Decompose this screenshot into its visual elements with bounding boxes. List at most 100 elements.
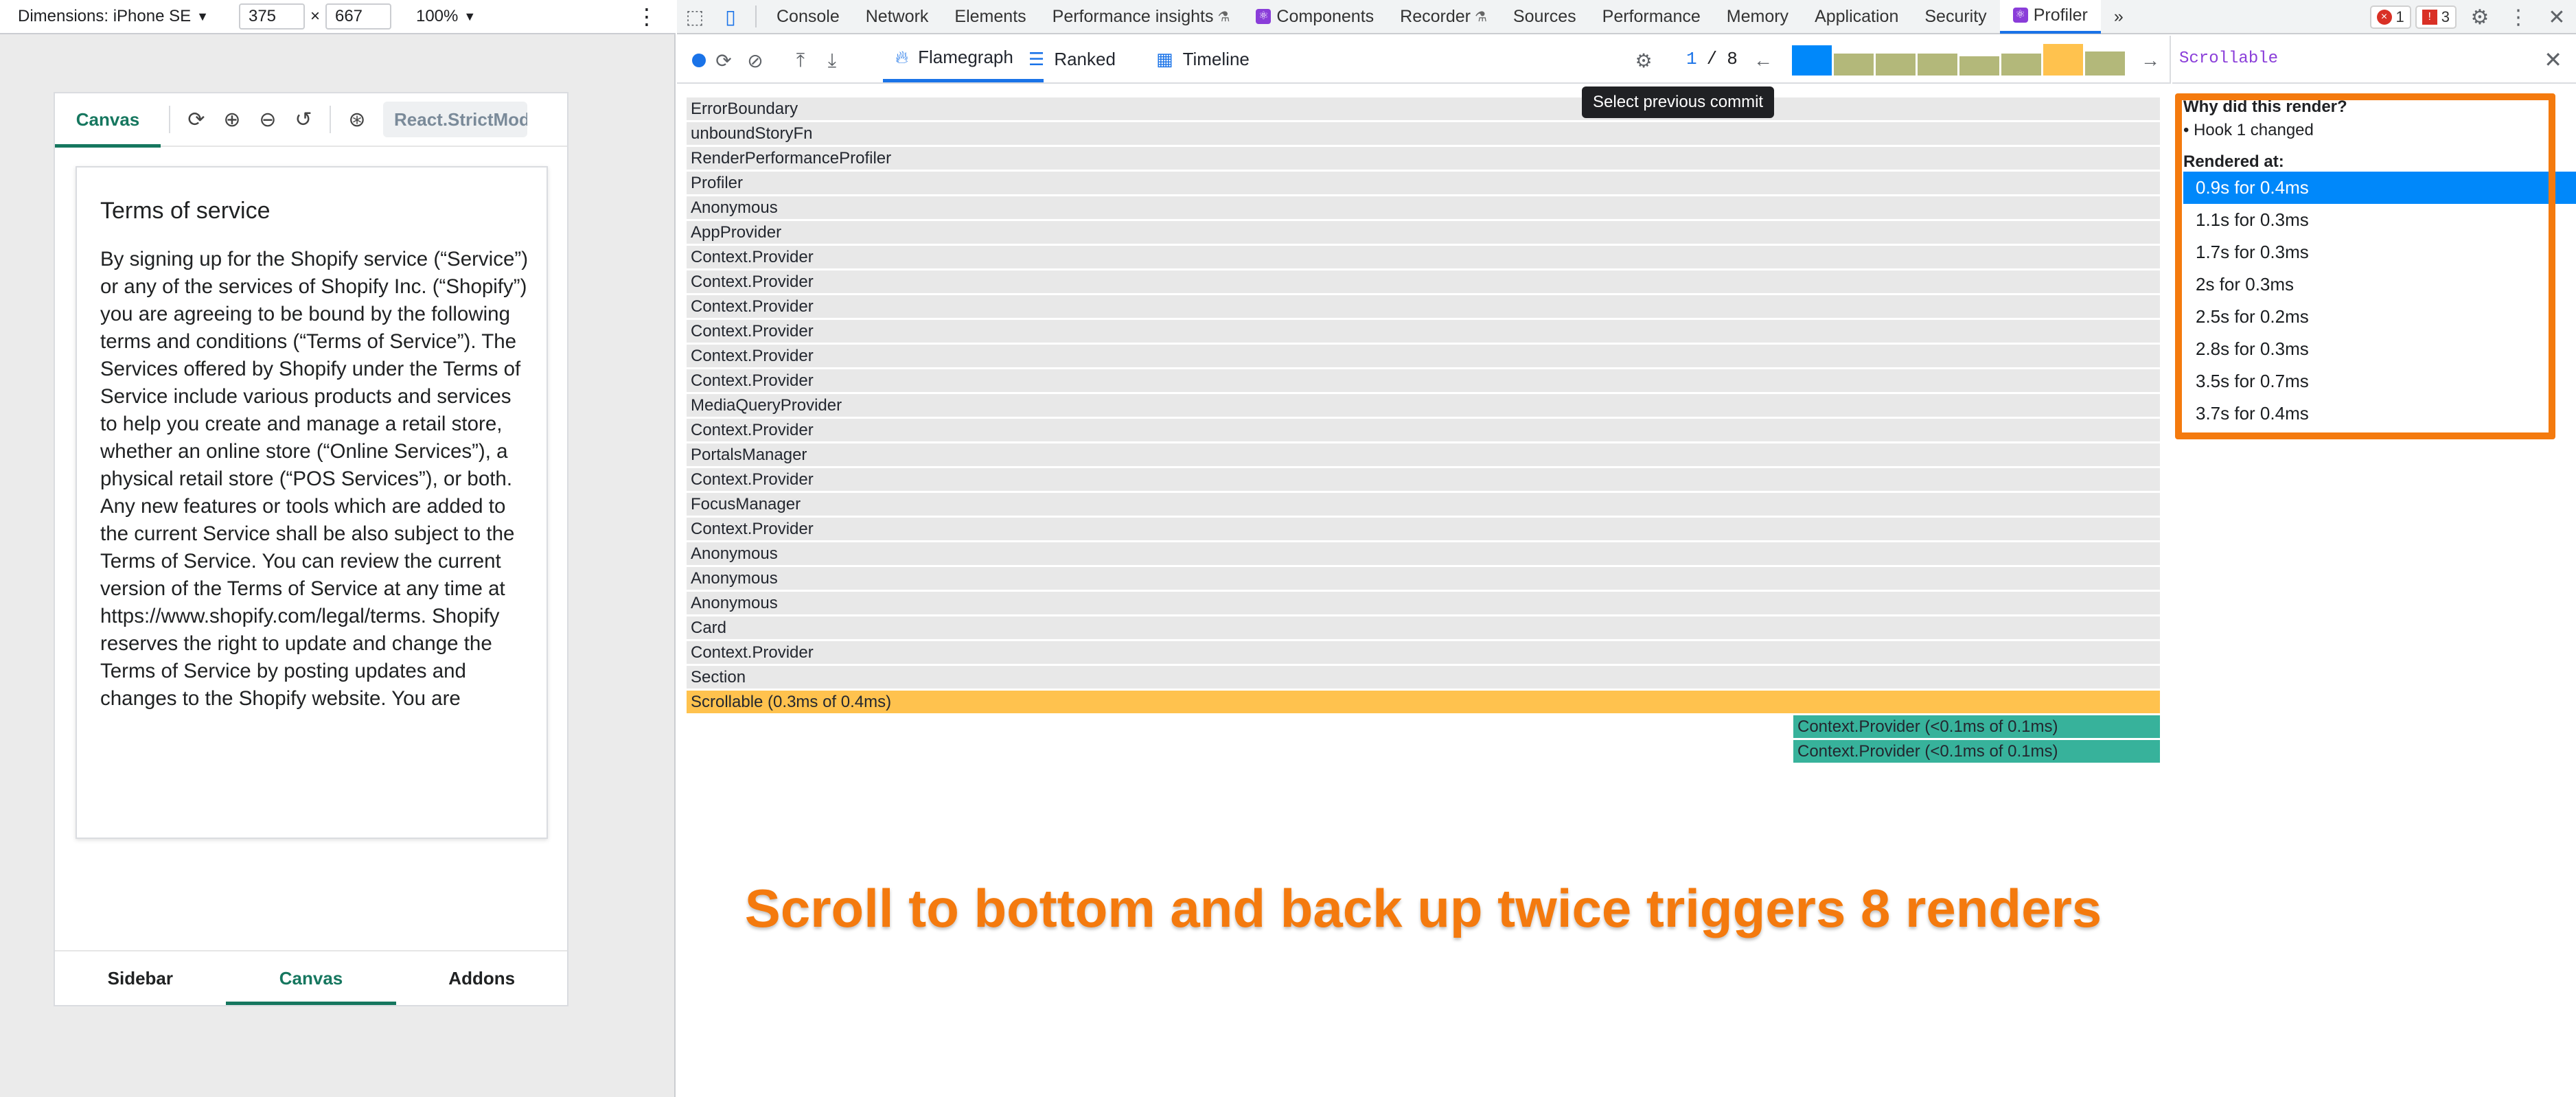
width-input[interactable]: 375 (238, 3, 305, 30)
tab-network[interactable]: Network (853, 0, 942, 34)
flame-bar[interactable]: Section (687, 666, 2160, 689)
tab-components[interactable]: ⚛ Components (1243, 0, 1387, 34)
tab-security[interactable]: Security (1911, 0, 1999, 34)
flame-bar[interactable]: Context.Provider (687, 345, 2160, 367)
commit-bar[interactable] (2043, 44, 2083, 76)
reload-icon[interactable]: ⟳ (179, 102, 214, 137)
zoom-out-icon[interactable]: ⊖ (250, 102, 286, 137)
nav-canvas[interactable]: Canvas (225, 951, 397, 1005)
device-select[interactable]: Dimensions: iPhone SE (18, 7, 191, 26)
commit-bar[interactable] (1792, 45, 1832, 76)
flame-bar[interactable]: FocusManager (687, 493, 2160, 516)
tab-console[interactable]: Console (763, 0, 853, 34)
tab-elements[interactable]: Elements (941, 0, 1039, 34)
flame-bar[interactable]: Context.Provider (687, 468, 2160, 491)
strict-mode-toggle[interactable]: React.StrictMode (383, 102, 527, 137)
flame-bar[interactable]: Context.Provider (687, 518, 2160, 540)
flame-bar-selected[interactable]: Scrollable (0.3ms of 0.4ms) (687, 691, 2160, 713)
settings-gear-icon[interactable]: ⚙ (2461, 0, 2499, 34)
tab-performance[interactable]: Performance (1589, 0, 1714, 34)
flame-bar[interactable]: unboundStoryFn (687, 122, 2160, 145)
device-toggle-icon[interactable]: ▯ (713, 0, 748, 34)
flame-bar[interactable]: Anonymous (687, 592, 2160, 614)
caret-down-icon[interactable]: ▼ (196, 10, 209, 24)
tab-recorder[interactable]: Recorder ⚗ (1387, 0, 1500, 34)
commit-bar[interactable] (2001, 54, 2041, 76)
error-count-badge[interactable]: × 1 (2369, 5, 2411, 29)
commit-bar[interactable] (1918, 54, 1957, 76)
tab-label: Profiler (2033, 5, 2088, 25)
flame-bar[interactable]: Context.Provider (687, 295, 2160, 318)
inspect-element-icon[interactable]: ⬚ (677, 0, 713, 34)
settings-gear-icon[interactable]: ⚙ (1629, 45, 1659, 76)
close-icon[interactable]: ✕ (2544, 47, 2562, 73)
tab-memory[interactable]: Memory (1714, 0, 1802, 34)
arrow-left-icon[interactable]: ← (1748, 45, 1778, 76)
flame-bar[interactable]: PortalsManager (687, 443, 2160, 466)
flame-bar[interactable]: Anonymous (687, 196, 2160, 219)
render-item[interactable]: 3.5s for 0.7ms (2183, 365, 2576, 397)
commit-current: 1 (1686, 49, 1697, 69)
reload-and-profile-icon[interactable]: ⟳ (709, 45, 739, 76)
tab-sources[interactable]: Sources (1500, 0, 1589, 34)
flame-bar-child[interactable]: Context.Provider (<0.1ms of 0.1ms) (1793, 740, 2160, 763)
clear-profile-icon[interactable]: ⊘ (740, 45, 770, 76)
commit-bar[interactable] (2085, 51, 2125, 76)
flame-bar[interactable]: Context.Provider (687, 270, 2160, 293)
flame-bar[interactable]: ErrorBoundary (687, 97, 2160, 120)
render-item[interactable]: 3.7s for 0.4ms (2183, 397, 2576, 430)
flame-bar[interactable]: Context.Provider (687, 369, 2160, 392)
commit-bar[interactable] (1959, 56, 1999, 76)
flame-bar[interactable]: MediaQueryProvider (687, 394, 2160, 417)
flame-bar[interactable]: Context.Provider (687, 320, 2160, 343)
nav-sidebar[interactable]: Sidebar (55, 951, 226, 1005)
flame-bar[interactable]: Context.Provider (687, 419, 2160, 441)
height-input[interactable]: 667 (325, 3, 391, 30)
flame-bar[interactable]: Profiler (687, 172, 2160, 194)
zoom-reset-icon[interactable]: ↺ (286, 102, 321, 137)
zoom-in-icon[interactable]: ⊕ (214, 102, 250, 137)
flame-bar[interactable]: Anonymous (687, 567, 2160, 590)
tab-timeline[interactable]: ▦ Timeline (1156, 36, 1250, 82)
flame-bar[interactable]: Context.Provider (687, 246, 2160, 268)
render-item[interactable]: 0.9s for 0.4ms (2183, 172, 2576, 204)
flame-bar[interactable]: Card (687, 616, 2160, 639)
caret-down-icon[interactable]: ▼ (463, 10, 476, 24)
commit-bar[interactable] (1876, 54, 1916, 76)
storybook-bottom-nav: Sidebar Canvas Addons (55, 950, 567, 1005)
close-icon[interactable]: ✕ (2538, 0, 2576, 34)
more-vertical-icon[interactable]: ⋮ (2499, 0, 2538, 34)
flame-bar[interactable]: Anonymous (687, 542, 2160, 565)
flame-bar[interactable]: Context.Provider (687, 641, 2160, 664)
times-icon: × (310, 7, 320, 25)
accessibility-icon[interactable]: ⊛ (339, 102, 375, 137)
tab-ranked[interactable]: ☰ Ranked (1028, 36, 1116, 82)
tab-performance-insights[interactable]: Performance insights ⚗ (1039, 0, 1243, 34)
flame-bar[interactable]: RenderPerformanceProfiler (687, 147, 2160, 170)
render-item[interactable]: 2.8s for 0.3ms (2183, 333, 2576, 365)
tab-canvas[interactable]: Canvas (55, 93, 161, 148)
more-vertical-icon[interactable]: ⋮ (636, 5, 658, 27)
load-profile-icon[interactable]: ⤒ (785, 45, 816, 76)
record-icon[interactable] (692, 54, 706, 67)
commit-bar[interactable] (1834, 54, 1874, 76)
render-item[interactable]: 2s for 0.3ms (2183, 268, 2576, 301)
tab-label: Recorder (1400, 6, 1471, 26)
flame-bar-child[interactable]: Context.Provider (<0.1ms of 0.1ms) (1793, 715, 2160, 738)
story-body[interactable]: By signing up for the Shopify service (“… (100, 246, 530, 729)
tab-flamegraph[interactable]: 🔥︎ Flamegraph (883, 36, 1044, 82)
flame-bar[interactable]: AppProvider (687, 221, 2160, 244)
save-profile-icon[interactable]: ⤓ (817, 45, 847, 76)
render-item[interactable]: 2.5s for 0.2ms (2183, 301, 2576, 333)
render-item[interactable]: 1.7s for 0.3ms (2183, 236, 2576, 268)
more-tabs-icon[interactable]: » (2101, 0, 2137, 34)
commit-bar-chart[interactable] (1792, 44, 2128, 76)
arrow-right-icon[interactable]: → (2135, 45, 2165, 76)
render-item[interactable]: 1.1s for 0.3ms (2183, 204, 2576, 236)
warning-count-badge[interactable]: ! 3 (2415, 5, 2457, 29)
tab-application[interactable]: Application (1802, 0, 1911, 34)
tab-profiler[interactable]: ⚛ Profiler (1999, 0, 2101, 34)
nav-addons[interactable]: Addons (396, 951, 567, 1005)
flame-icon: 🔥︎ (895, 46, 909, 67)
zoom-select[interactable]: 100% (416, 7, 458, 26)
